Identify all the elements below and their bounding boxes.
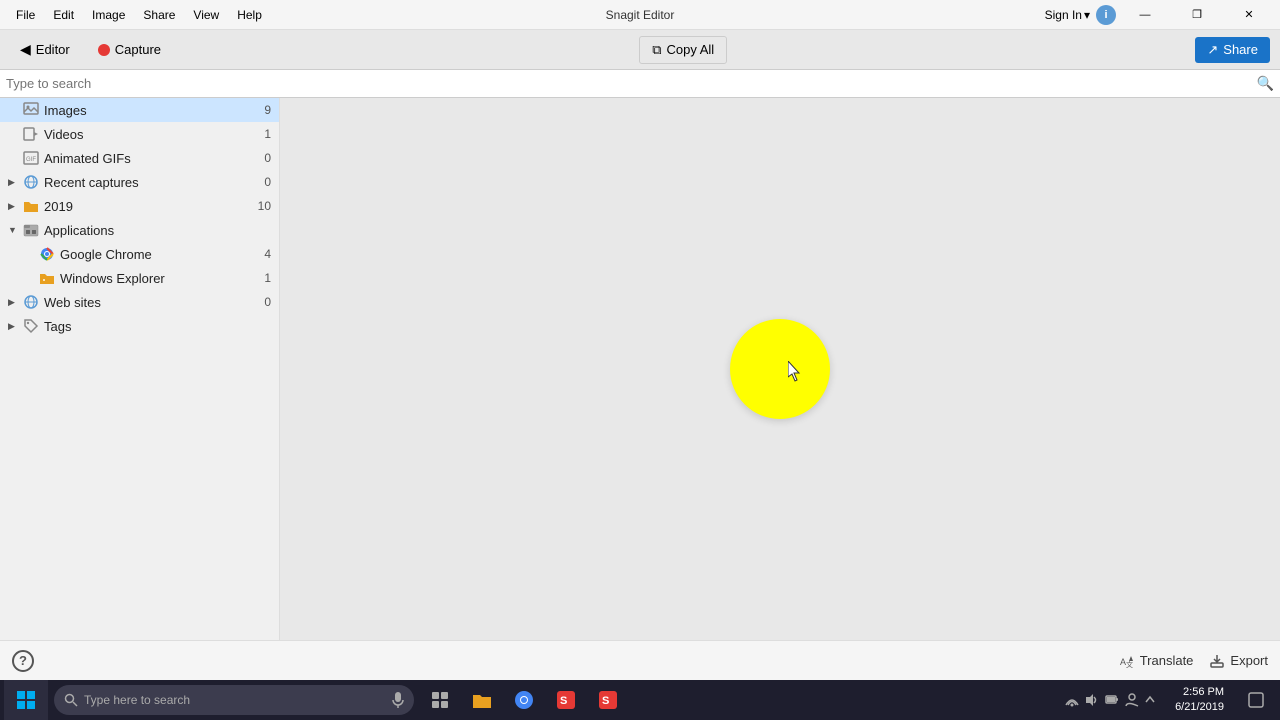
back-arrow-icon: ◀ xyxy=(20,41,31,58)
search-bar: 🔍 xyxy=(0,70,1280,98)
system-tray: 2:56 PM 6/21/2019 xyxy=(1057,680,1276,720)
sign-in-area: Sign In ▾ i — ❐ ✕ xyxy=(1045,1,1272,29)
start-button[interactable] xyxy=(4,680,48,720)
taskbar-search[interactable]: Type here to search xyxy=(54,685,414,715)
snagit2-taskbar-button[interactable]: S xyxy=(588,680,628,720)
websites-icon xyxy=(23,294,39,310)
chrome-taskbar-icon xyxy=(514,690,534,710)
help-button[interactable]: ? xyxy=(12,650,34,672)
microphone-icon xyxy=(392,692,404,708)
editor-button[interactable]: ◀ Editor xyxy=(10,37,80,62)
images-icon xyxy=(23,102,39,118)
chrome-taskbar-button[interactable] xyxy=(504,680,544,720)
svg-text:文: 文 xyxy=(1126,660,1133,669)
sidebar-item-applications[interactable]: ▼ Applications xyxy=(0,218,279,242)
sidebar-item-web-sites[interactable]: ▶ Web sites 0 xyxy=(0,290,279,314)
expand-websites-icon: ▶ xyxy=(8,297,18,308)
task-view-button[interactable] xyxy=(420,680,460,720)
info-button[interactable]: i xyxy=(1096,5,1116,25)
svg-text:S: S xyxy=(602,695,609,707)
translate-button[interactable]: A 文 Translate xyxy=(1119,653,1194,669)
menu-bar: File Edit Image Share View Help xyxy=(8,6,270,24)
close-button[interactable]: ✕ xyxy=(1226,1,1272,29)
export-button[interactable]: Export xyxy=(1209,653,1268,669)
notification-button[interactable] xyxy=(1236,680,1276,720)
title-bar: File Edit Image Share View Help Snagit E… xyxy=(0,0,1280,30)
snagit-taskbar-button[interactable]: S xyxy=(546,680,586,720)
sidebar-item-google-chrome[interactable]: Google Chrome 4 xyxy=(0,242,279,266)
expand-applications-icon: ▼ xyxy=(8,225,18,235)
sidebar-item-images[interactable]: Images 9 xyxy=(0,98,279,122)
network-icon[interactable] xyxy=(1065,693,1079,707)
chrome-icon xyxy=(39,246,55,262)
videos-icon xyxy=(23,126,39,142)
sidebar-item-animated-gifs[interactable]: GIF Animated GIFs 0 xyxy=(0,146,279,170)
app-folder-icon xyxy=(23,222,39,238)
status-actions: A 文 Translate Export xyxy=(1119,653,1268,669)
menu-file[interactable]: File xyxy=(8,6,43,24)
file-explorer-taskbar-button[interactable] xyxy=(462,680,502,720)
sidebar: Images 9 Videos 1 GIF Animated GIFs 0 xyxy=(0,98,280,680)
menu-edit[interactable]: Edit xyxy=(45,6,82,24)
chevron-up-icon[interactable] xyxy=(1145,693,1155,707)
search-input[interactable] xyxy=(6,76,1257,91)
app-title: Snagit Editor xyxy=(606,8,675,22)
sidebar-item-2019[interactable]: ▶ 2019 10 xyxy=(0,194,279,218)
yellow-circle xyxy=(730,319,830,419)
status-bar: ? A 文 Translate Export xyxy=(0,640,1280,680)
taskbar-search-text: Type here to search xyxy=(84,693,190,707)
svg-text:S: S xyxy=(560,695,567,707)
search-icon: 🔍 xyxy=(1257,75,1274,92)
recent-captures-icon xyxy=(23,174,39,190)
translate-icon: A 文 xyxy=(1119,653,1135,669)
notification-icon xyxy=(1248,692,1264,708)
menu-view[interactable]: View xyxy=(185,6,227,24)
record-dot-icon xyxy=(98,44,110,56)
system-clock[interactable]: 2:56 PM 6/21/2019 xyxy=(1167,685,1232,716)
taskbar: Type here to search S xyxy=(0,680,1280,720)
export-icon xyxy=(1209,653,1225,669)
menu-help[interactable]: Help xyxy=(229,6,270,24)
menu-image[interactable]: Image xyxy=(84,6,133,24)
minimize-button[interactable]: — xyxy=(1122,1,1168,29)
sidebar-item-videos[interactable]: Videos 1 xyxy=(0,122,279,146)
gif-icon: GIF xyxy=(23,150,39,166)
battery-icon[interactable] xyxy=(1105,693,1119,707)
maximize-button[interactable]: ❐ xyxy=(1174,1,1220,29)
content-area xyxy=(280,98,1280,680)
share-button[interactable]: ↗ Share xyxy=(1195,37,1270,63)
explorer-icon xyxy=(39,270,55,286)
volume-icon[interactable] xyxy=(1085,693,1099,707)
svg-text:GIF: GIF xyxy=(26,157,36,163)
dropdown-arrow-icon: ▾ xyxy=(1084,8,1090,22)
windows-logo-icon xyxy=(16,690,36,710)
taskbar-search-icon xyxy=(64,693,78,707)
menu-share[interactable]: Share xyxy=(135,6,183,24)
sidebar-item-windows-explorer[interactable]: Windows Explorer 1 xyxy=(0,266,279,290)
toolbar: ◀ Editor Capture ⧉ Copy All ↗ Share xyxy=(0,30,1280,70)
main-area: Images 9 Videos 1 GIF Animated GIFs 0 xyxy=(0,98,1280,680)
snagit2-taskbar-icon: S xyxy=(598,690,618,710)
sidebar-item-recent-captures[interactable]: ▶ Recent captures 0 xyxy=(0,170,279,194)
copy-icon: ⧉ xyxy=(652,42,661,58)
file-explorer-icon xyxy=(472,691,492,709)
snagit-taskbar-icon: S xyxy=(556,690,576,710)
expand-recent-icon: ▶ xyxy=(8,177,18,188)
folder-2019-icon xyxy=(23,198,39,214)
sign-in-button[interactable]: Sign In ▾ xyxy=(1045,8,1090,22)
task-view-icon xyxy=(431,691,449,709)
expand-2019-icon: ▶ xyxy=(8,201,18,212)
expand-tags-icon: ▶ xyxy=(8,321,18,332)
share-icon: ↗ xyxy=(1207,42,1218,58)
copy-all-button[interactable]: ⧉ Copy All xyxy=(639,36,727,64)
people-icon[interactable] xyxy=(1125,693,1139,707)
cursor-icon xyxy=(788,361,804,383)
capture-button[interactable]: Capture xyxy=(88,38,171,61)
sidebar-item-tags[interactable]: ▶ Tags xyxy=(0,314,279,338)
system-tray-icons xyxy=(1057,693,1163,707)
tags-icon xyxy=(23,318,39,334)
